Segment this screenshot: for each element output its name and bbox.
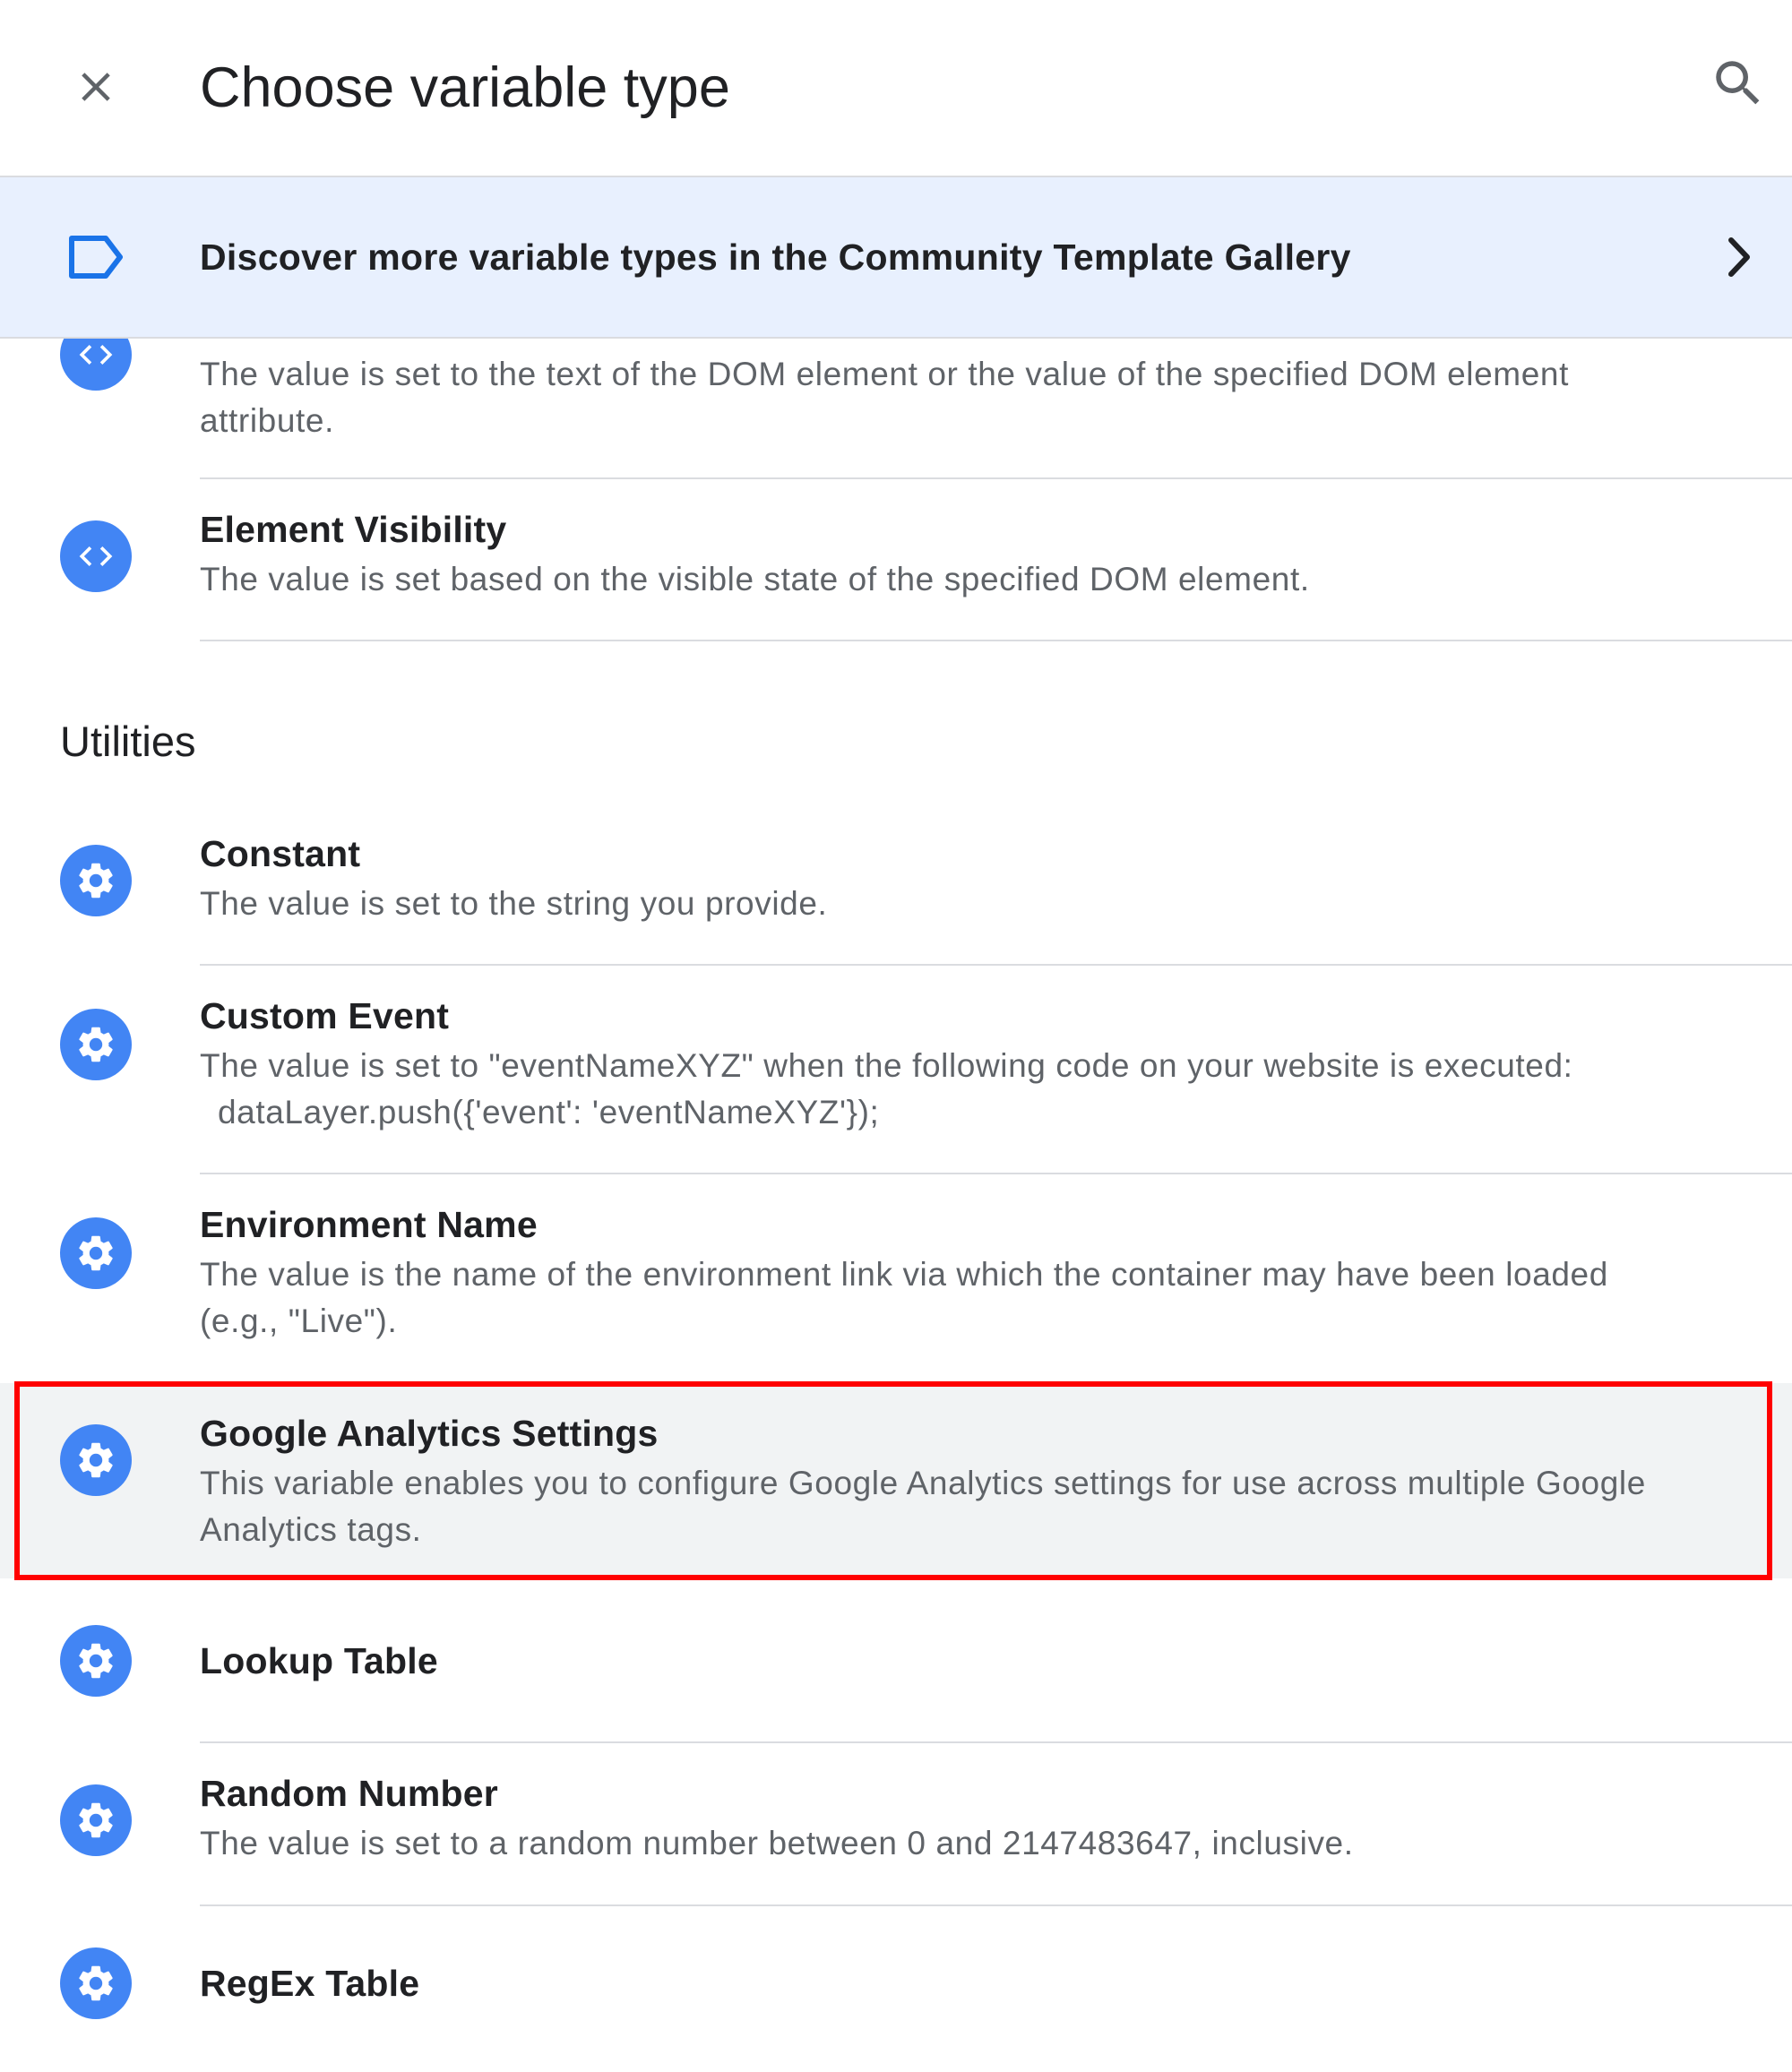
gear-icon — [60, 1217, 132, 1289]
close-icon — [82, 73, 110, 101]
item-description: The value is set to the string you provi… — [200, 885, 828, 922]
item-name: Element Visibility — [200, 509, 507, 550]
list-item-google-analytics-settings[interactable]: Google Analytics Settings This variable … — [0, 1383, 1792, 1578]
divider — [200, 640, 1792, 641]
banner-text: Discover more variable types in the Comm… — [200, 236, 1351, 278]
list-item-lookup-table[interactable]: Lookup Table — [0, 1584, 1792, 1741]
variable-type-list: The value is set to the text of the DOM … — [0, 339, 1792, 2072]
list-item-random-number[interactable]: Random Number The value is set to a rand… — [0, 1743, 1792, 1904]
gear-icon — [60, 1784, 132, 1856]
list-item-element-visibility[interactable]: Element Visibility The value is set base… — [0, 479, 1792, 641]
list-item-constant[interactable]: Constant The value is set to the string … — [0, 804, 1792, 965]
list-item-environment-name[interactable]: Environment Name The value is the name o… — [0, 1174, 1792, 1382]
item-description: The value is set to a random number betw… — [200, 1825, 1354, 1861]
item-description: The value is the name of the environment… — [200, 1256, 1608, 1339]
item-description: The value is set to "eventNameXYZ" when … — [200, 1043, 1667, 1136]
item-name: Random Number — [200, 1773, 498, 1814]
item-description: This variable enables you to configure G… — [200, 1465, 1646, 1548]
code-brackets-icon — [60, 339, 132, 391]
gear-icon — [60, 845, 132, 916]
gear-icon — [60, 1625, 132, 1697]
panel-header: Choose variable type — [0, 0, 1792, 176]
page-title: Choose variable type — [200, 56, 730, 119]
item-name: Environment Name — [200, 1204, 538, 1245]
item-name: RegEx Table — [200, 1963, 420, 2004]
search-icon — [1716, 61, 1760, 105]
item-name: Custom Event — [200, 995, 450, 1036]
search-button[interactable] — [1707, 52, 1770, 115]
variable-type-picker: Choose variable type Discover more varia… — [0, 0, 1792, 2072]
list-item-custom-event[interactable]: Custom Event The value is set to "eventN… — [0, 966, 1792, 1174]
item-description-text: The value is set to "eventNameXYZ" when … — [200, 1047, 1573, 1084]
gear-icon — [60, 1009, 132, 1080]
item-name: Lookup Table — [200, 1640, 438, 1681]
item-description: The value is set based on the visible st… — [200, 561, 1310, 598]
community-gallery-banner[interactable]: Discover more variable types in the Comm… — [0, 176, 1792, 339]
tag-icon — [66, 233, 125, 286]
list-item-dom-element[interactable]: The value is set to the text of the DOM … — [0, 339, 1792, 478]
chevron-right-icon — [1722, 235, 1758, 284]
section-title-utilities: Utilities — [60, 718, 196, 765]
item-name: Constant — [200, 833, 361, 874]
gear-icon — [60, 1424, 132, 1496]
list-item-regex-table[interactable]: RegEx Table — [0, 1906, 1792, 2072]
code-brackets-icon — [60, 520, 132, 592]
gear-icon — [60, 1947, 132, 2019]
item-name: Google Analytics Settings — [200, 1413, 659, 1454]
close-button[interactable] — [65, 56, 127, 118]
code-snippet: dataLayer.push({'event': 'eventNameXYZ'}… — [218, 1094, 880, 1131]
item-description: The value is set to the text of the DOM … — [200, 356, 1569, 439]
